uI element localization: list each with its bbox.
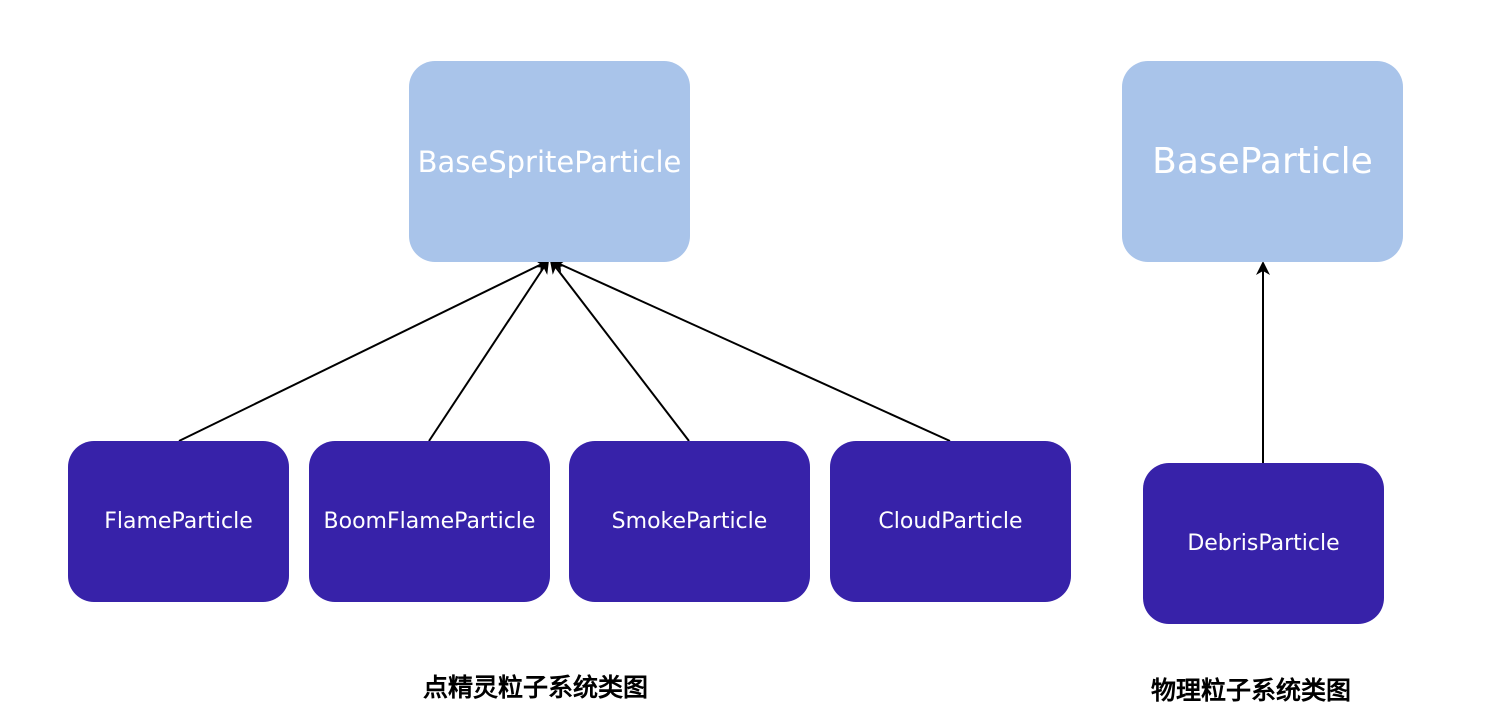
edge-cloud-to-base-sprite <box>551 259 951 442</box>
class-node-debris-particle: DebrisParticle <box>1143 463 1384 624</box>
class-node-cloud-particle: CloudParticle <box>830 441 1071 602</box>
class-name: DebrisParticle <box>1187 531 1340 556</box>
class-name: BaseSpriteParticle <box>417 144 682 179</box>
class-node-base-sprite-particle: BaseSpriteParticle <box>409 61 690 262</box>
class-node-smoke-particle: SmokeParticle <box>569 441 810 602</box>
class-name: BoomFlameParticle <box>323 509 536 534</box>
class-node-base-particle: BaseParticle <box>1122 61 1403 262</box>
edge-smoke-to-base-sprite <box>549 259 690 442</box>
class-name: BaseParticle <box>1152 141 1373 182</box>
class-name: CloudParticle <box>878 509 1023 534</box>
edge-boomflame-to-base-sprite <box>428 259 550 442</box>
edge-flame-to-base-sprite <box>178 259 550 442</box>
diagram-caption-sprite: 点精灵粒子系统类图 <box>423 673 649 702</box>
class-node-boom-flame-particle: BoomFlameParticle <box>309 441 550 602</box>
diagram-caption-physics: 物理粒子系统类图 <box>1151 676 1352 705</box>
class-name: FlameParticle <box>104 509 253 534</box>
class-node-flame-particle: FlameParticle <box>68 441 289 602</box>
class-name: SmokeParticle <box>611 509 768 534</box>
